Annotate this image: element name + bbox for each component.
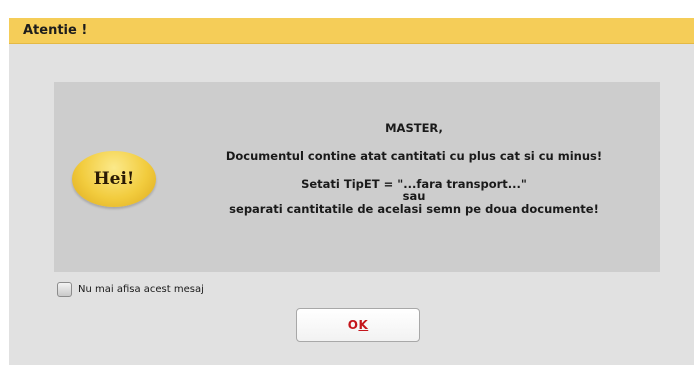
ok-button-label: OK xyxy=(348,318,369,332)
dialog-titlebar[interactable]: Atentie ! xyxy=(9,18,694,44)
alert-dialog: Atentie ! Hei! MASTER, Documentul contin… xyxy=(9,18,694,365)
dialog-title: Atentie ! xyxy=(23,23,88,38)
message-line-alternative: separati cantitatile de acelasi semn pe … xyxy=(229,202,599,216)
ok-button[interactable]: OK xyxy=(296,308,420,342)
ok-button-label-k: K xyxy=(358,318,369,332)
dont-show-again-checkbox[interactable] xyxy=(57,281,72,297)
ok-button-label-o: O xyxy=(347,318,359,332)
message-panel: Hei! MASTER, Documentul contine atat can… xyxy=(54,82,660,272)
hei-badge-icon: Hei! xyxy=(72,151,156,207)
dont-show-again-option[interactable]: Nu mai afisa acest mesaj xyxy=(57,281,204,297)
message-line-problem: Documentul contine atat cantitati cu plu… xyxy=(225,149,603,163)
hei-badge-text: Hei! xyxy=(93,169,135,189)
dont-show-again-label[interactable]: Nu mai afisa acest mesaj xyxy=(78,284,204,295)
message-line-addressee: MASTER, xyxy=(385,121,443,135)
